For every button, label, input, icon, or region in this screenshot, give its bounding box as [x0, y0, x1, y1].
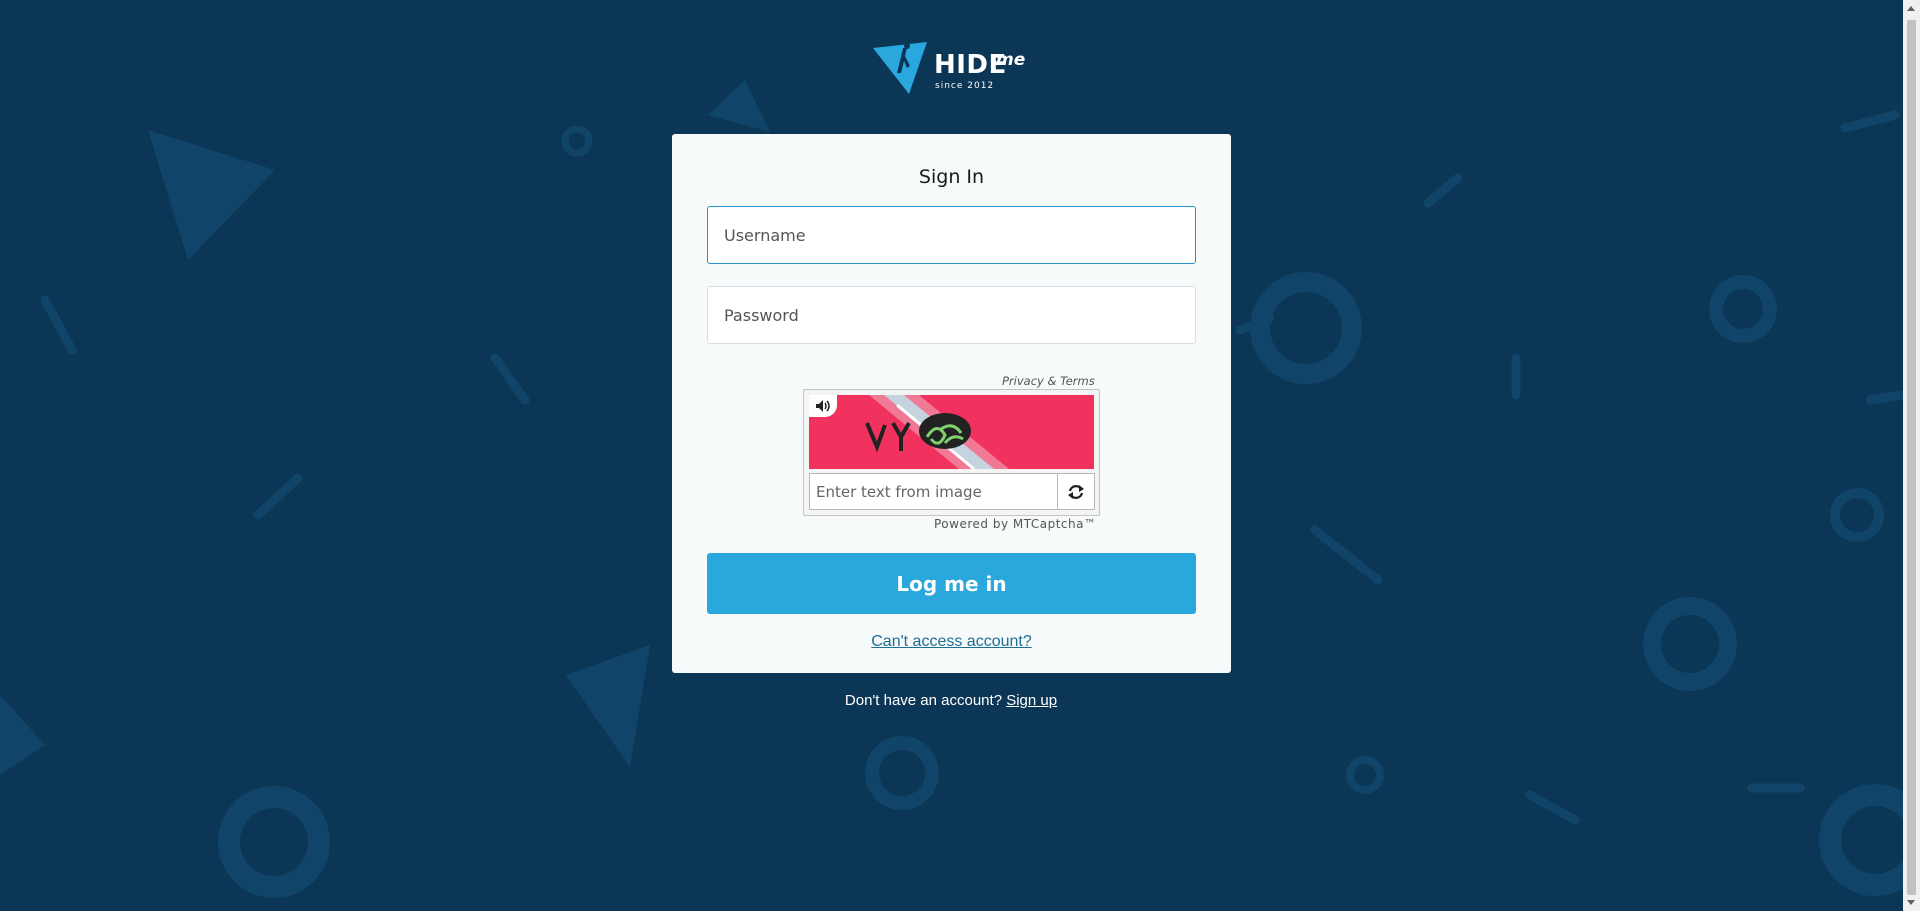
vertical-scrollbar[interactable]	[1903, 0, 1920, 911]
scrollbar-thumb[interactable]	[1907, 20, 1916, 895]
captcha-powered-by: Powered by MTCaptcha™	[934, 517, 1097, 531]
username-input[interactable]	[707, 206, 1196, 264]
password-input[interactable]	[707, 286, 1196, 344]
cant-access-account-link[interactable]: Can't access account?	[871, 633, 1031, 650]
page-title: Sign In	[918, 166, 985, 188]
signup-prompt: Don't have an account?	[844, 692, 1003, 709]
logo-mark-icon	[873, 42, 927, 94]
captcha-privacy-link[interactable]: Privacy & Terms	[1002, 374, 1095, 388]
login-button[interactable]: Log me in	[707, 553, 1196, 614]
audio-captcha-icon[interactable]	[809, 395, 837, 417]
captcha-widget	[803, 389, 1100, 516]
signup-link[interactable]: Sign up	[1006, 692, 1057, 709]
captcha-image	[809, 395, 1094, 469]
logo-suffix: me	[996, 50, 1026, 70]
scroll-up-arrow-icon[interactable]	[1907, 6, 1915, 11]
login-card: Sign In Privacy & Terms	[672, 134, 1231, 673]
logo-tagline: since 2012	[935, 81, 995, 91]
hide-me-logo[interactable]: HIDE me since 2012	[873, 38, 1033, 96]
captcha-text-input[interactable]	[809, 473, 1058, 510]
scroll-down-arrow-icon[interactable]	[1907, 900, 1915, 905]
signup-prompt-line: Don't have an account? Sign up	[0, 692, 1902, 709]
refresh-icon[interactable]	[1057, 473, 1095, 510]
